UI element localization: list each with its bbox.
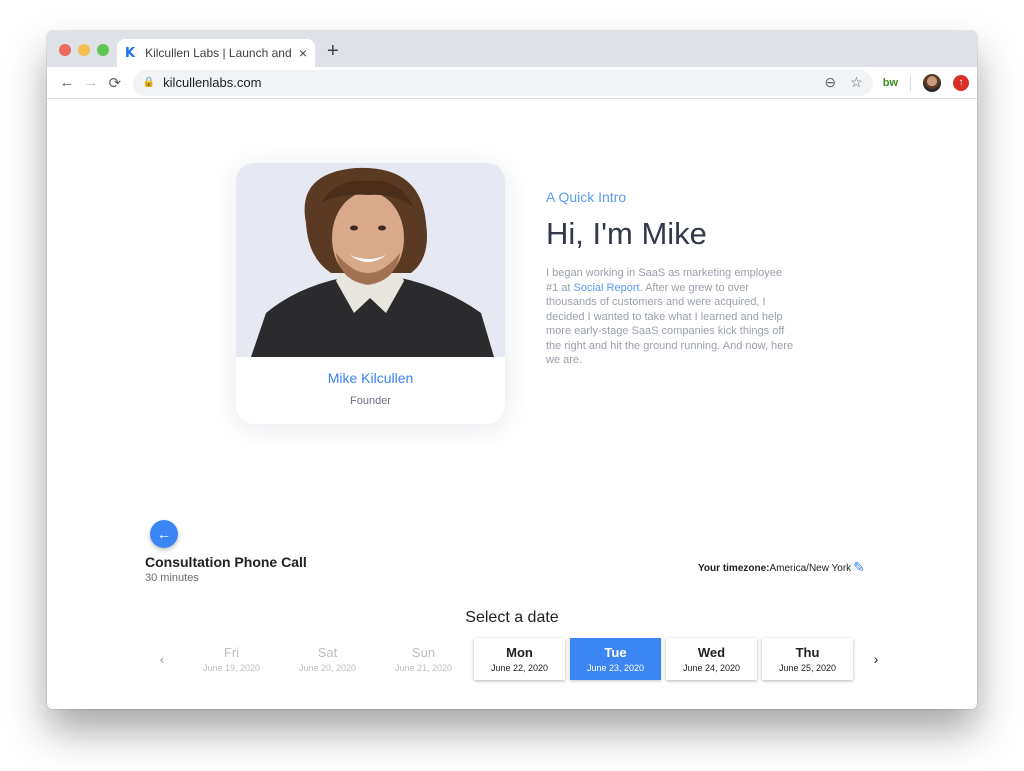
new-tab-button[interactable]: + [327,40,339,63]
timezone-display: Your timezone:America/New York [698,563,851,574]
event-duration: 30 minutes [145,572,199,584]
reload-icon[interactable]: ⟳ [103,74,127,92]
date-picker: ‹ Fri June 19, 2020 Sat June 20, 2020 Su… [152,638,886,680]
date-option-fri: Fri June 19, 2020 [186,638,277,680]
day-date: June 24, 2020 [682,663,741,673]
day-name: Wed [697,645,726,660]
day-name: Tue [604,645,627,660]
browser-window: K Kilcullen Labs | Launch and Gro × + ← … [47,31,977,709]
day-date: June 25, 2020 [778,663,837,673]
prev-dates-chevron-icon[interactable]: ‹ [152,651,172,667]
profile-name: Mike Kilcullen [327,370,414,386]
day-name: Thu [795,645,820,660]
day-date: June 20, 2020 [298,663,357,673]
date-option-wed[interactable]: Wed June 24, 2020 [666,638,757,680]
toolbar-divider [910,74,911,91]
tab-bar: K Kilcullen Labs | Launch and Gro × + [47,31,977,67]
date-option-sun: Sun June 21, 2020 [378,638,469,680]
day-date: June 23, 2020 [586,663,645,673]
close-window-button[interactable] [59,44,71,56]
bookmark-star-icon[interactable]: ☆ [850,74,863,91]
back-icon[interactable]: ← [55,74,79,91]
maximize-window-button[interactable] [97,44,109,56]
timezone-value: America/New York [769,563,852,574]
browser-tab[interactable]: K Kilcullen Labs | Launch and Gro × [117,39,315,67]
forward-icon[interactable]: → [79,74,103,91]
favicon-icon: K [125,45,136,61]
social-report-link[interactable]: Social Report [574,282,640,294]
intro-eyebrow: A Quick Intro [546,189,627,205]
event-title: Consultation Phone Call [145,554,307,570]
day-date: June 22, 2020 [490,663,549,673]
profile-photo [236,163,505,357]
update-icon[interactable]: ↑ [953,74,969,91]
select-date-label: Select a date [465,609,559,626]
portrait-illustration [251,167,494,357]
day-date: June 21, 2020 [394,663,453,673]
back-button[interactable]: ← [150,520,178,548]
date-option-thu[interactable]: Thu June 25, 2020 [762,638,853,680]
page-content: Mike Kilcullen Founder A Quick Intro Hi,… [47,99,977,709]
day-name: Sun [411,645,436,660]
zoom-icon[interactable]: ⊖ [824,74,836,91]
date-option-tue[interactable]: Tue June 23, 2020 [570,638,661,680]
lock-icon: 🔒 [142,77,156,88]
date-option-mon[interactable]: Mon June 22, 2020 [474,638,565,680]
timezone-label: Your timezone: [698,563,770,574]
profile-card: Mike Kilcullen Founder [236,163,505,424]
next-dates-chevron-icon[interactable]: › [866,651,886,667]
day-date: June 19, 2020 [202,663,261,673]
intro-body: I began working in SaaS as marketing emp… [546,266,796,368]
day-name: Mon [506,645,533,660]
window-controls [59,44,109,56]
extensions-area: bw ↑ [883,73,969,92]
bw-extension-icon[interactable]: bw [883,77,898,89]
intro-section: A Quick Intro Hi, I'm Mike I began worki… [546,189,796,368]
edit-timezone-icon[interactable]: ✎ [853,559,865,576]
date-option-sat: Sat June 20, 2020 [282,638,373,680]
close-tab-icon[interactable]: × [299,45,307,61]
minimize-window-button[interactable] [78,44,90,56]
day-name: Fri [223,645,240,660]
url-text[interactable]: kilcullenlabs.com [163,75,810,90]
tab-title: Kilcullen Labs | Launch and Gro [145,46,293,60]
browser-toolbar: ← → ⟳ 🔒 kilcullenlabs.com ⊖ ☆ bw ↑ [47,67,977,99]
day-name: Sat [317,645,338,660]
arrow-left-icon: ← [157,526,171,542]
intro-body-text-2: . After we grew to over thousands of cus… [546,281,794,367]
intro-heading: Hi, I'm Mike [546,216,707,251]
address-bar[interactable]: 🔒 kilcullenlabs.com ⊖ ☆ [132,69,873,96]
profile-avatar-icon[interactable] [923,73,941,92]
profile-role: Founder [350,395,391,407]
